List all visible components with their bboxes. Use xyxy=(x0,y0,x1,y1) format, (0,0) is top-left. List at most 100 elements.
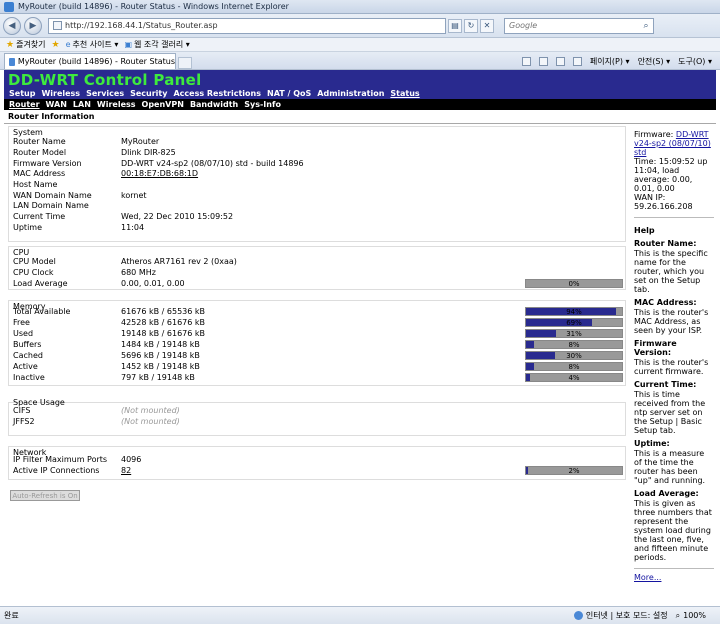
row-router-model: Router Model Dlink DIR-825 xyxy=(13,148,623,158)
mac-value[interactable]: 00:18:E7:DB:68:1D xyxy=(121,169,198,178)
menu-wireless[interactable]: Wireless xyxy=(41,89,80,98)
print-button[interactable] xyxy=(572,56,582,66)
ip-filter-value: 4096 xyxy=(121,455,142,464)
tools-menu-label: 도구(O) ▾ xyxy=(678,56,712,66)
mail-button[interactable] xyxy=(555,56,565,66)
refresh-icon[interactable]: ↻ xyxy=(464,18,478,33)
page-content: DD-WRT Control Panel Setup Wireless Serv… xyxy=(4,70,716,606)
safety-menu[interactable]: 안전(S) ▾ xyxy=(638,56,671,67)
feeds-button[interactable] xyxy=(538,56,548,66)
row-cpu-clock: CPU Clock 680 MHz xyxy=(13,268,623,278)
mem-inactive-meter: 4% xyxy=(525,373,623,382)
menu-security[interactable]: Security xyxy=(130,89,167,98)
mem-used-pct: 31% xyxy=(566,330,582,338)
menu-access-restrictions[interactable]: Access Restrictions xyxy=(173,89,261,98)
row-mem-inactive: Inactive 797 kB / 19148 kB 4% xyxy=(13,373,623,383)
active-ip-value[interactable]: 82 xyxy=(121,466,131,475)
row-uptime: Uptime 11:04 xyxy=(13,223,623,233)
search-input[interactable] xyxy=(509,21,627,30)
page-menu[interactable]: 페이지(P) ▾ xyxy=(590,56,630,67)
tab-router-status[interactable]: MyRouter (build 14896) - Router Status xyxy=(4,53,176,69)
window-title: MyRouter (build 14896) - Router Status -… xyxy=(18,2,289,11)
more-link[interactable]: More... xyxy=(634,573,714,582)
row-mac: MAC Address 00:18:E7:DB:68:1D xyxy=(13,169,623,179)
section-title: Router Information xyxy=(8,112,95,121)
jffs2-value: (Not mounted) xyxy=(121,417,180,426)
url-field[interactable]: http://192.168.44.1/Status_Router.asp xyxy=(48,17,446,34)
back-button[interactable]: ◀ xyxy=(3,16,21,35)
tab-title: MyRouter (build 14896) - Router Status xyxy=(17,57,175,66)
stop-icon[interactable]: ✕ xyxy=(480,18,494,33)
menu-administration[interactable]: Administration xyxy=(317,89,384,98)
mem-active-label: Active xyxy=(13,362,38,371)
help-desc-mac: This is the router's MAC Address, as see… xyxy=(634,308,709,335)
security-zone[interactable]: 인터넷 | 보호 모드: 설정 xyxy=(573,610,676,621)
url-text[interactable]: http://192.168.44.1/Status_Router.asp xyxy=(65,21,445,30)
cpu-clock-label: CPU Clock xyxy=(13,268,54,277)
load-meter-text: 0% xyxy=(568,280,580,288)
ip-filter-label: IP Filter Maximum Ports xyxy=(13,455,108,464)
address-bar: ◀ ▶ http://192.168.44.1/Status_Router.as… xyxy=(0,14,720,38)
cifs-value: (Not mounted) xyxy=(121,406,180,415)
row-mem-buffers: Buffers 1484 kB / 19148 kB 8% xyxy=(13,340,623,350)
row-current-time: Current Time Wed, 22 Dec 2010 15:09:52 xyxy=(13,212,623,222)
forward-button[interactable]: ▶ xyxy=(24,16,42,35)
mem-total-label: Total Available xyxy=(13,307,71,316)
mem-free-label: Free xyxy=(13,318,30,327)
row-cifs: CIFS (Not mounted) xyxy=(13,406,623,416)
tools-menu[interactable]: 도구(O) ▾ xyxy=(678,56,712,67)
web-slice-gallery[interactable]: ▣ 웹 조각 갤러리 ▾ xyxy=(124,39,189,50)
add-favorite-icon[interactable]: ★ xyxy=(52,40,60,50)
menu-status[interactable]: Status xyxy=(390,89,419,98)
tab-bar: MyRouter (build 14896) - Router Status 페… xyxy=(0,52,720,70)
mem-cached-pct: 30% xyxy=(566,352,582,360)
mem-total-value: 61676 kB / 65536 kB xyxy=(121,307,206,316)
search-icon[interactable]: ⌕ xyxy=(639,19,653,33)
mem-buffers-meter: 8% xyxy=(525,340,623,349)
menu-nat-qos[interactable]: NAT / QoS xyxy=(267,89,311,98)
submenu-sys-info[interactable]: Sys-Info xyxy=(244,100,281,109)
firmware-info: Firmware: DD-WRT v24-sp2 (08/07/10) std xyxy=(634,130,714,157)
help-term-uptime: Uptime: xyxy=(634,439,670,448)
row-ip-filter: IP Filter Maximum Ports 4096 xyxy=(13,455,623,465)
new-tab-button[interactable] xyxy=(178,57,192,69)
main-menu: Setup Wireless Services Security Access … xyxy=(9,89,420,98)
favorites-button[interactable]: ★ 즐겨찾기 xyxy=(6,39,46,50)
help-term-current-time: Current Time: xyxy=(634,380,697,389)
slice-icon: ▣ xyxy=(124,40,132,49)
search-field[interactable]: ⌕ xyxy=(504,17,654,34)
submenu-wan[interactable]: WAN xyxy=(46,100,67,109)
wan-domain-value: kornet xyxy=(121,191,147,200)
zoom-control[interactable]: ⌕ 100% xyxy=(676,611,720,621)
submenu-router[interactable]: Router xyxy=(9,100,40,109)
help-desc-current-time: This is time received from the ntp serve… xyxy=(634,390,706,435)
suggested-sites[interactable]: e 추천 사이트 ▾ xyxy=(66,39,119,50)
menu-setup[interactable]: Setup xyxy=(9,89,35,98)
help-desc-firmware: This is the router's current firmware. xyxy=(634,358,709,376)
active-ip-meter: 2% xyxy=(525,466,623,475)
wan-domain-label: WAN Domain Name xyxy=(13,191,92,200)
submenu-bandwidth[interactable]: Bandwidth xyxy=(190,100,238,109)
command-bar: 페이지(P) ▾ 안전(S) ▾ 도구(O) ▾ xyxy=(521,53,720,69)
submenu-openvpn[interactable]: OpenVPN xyxy=(142,100,184,109)
row-cpu-model: CPU Model Atheros AR7161 rev 2 (0xaa) xyxy=(13,257,623,267)
help-term-mac: MAC Address: xyxy=(634,298,697,307)
uptime-value: 11:04 xyxy=(121,223,145,232)
submenu-lan[interactable]: LAN xyxy=(73,100,91,109)
help-desc-uptime: This is a measure of the time the router… xyxy=(634,449,706,485)
compatibility-icon[interactable]: ▤ xyxy=(448,18,462,33)
submenu-wireless[interactable]: Wireless xyxy=(97,100,136,109)
mem-total-meter: 94% xyxy=(525,307,623,316)
load-average-value: 0.00, 0.01, 0.00 xyxy=(121,279,185,288)
uptime-label: Uptime xyxy=(13,223,43,232)
mem-active-pct: 8% xyxy=(568,363,580,371)
help-title: Help xyxy=(634,226,655,235)
ddwrt-header: DD-WRT Control Panel Setup Wireless Serv… xyxy=(4,70,716,110)
home-button[interactable] xyxy=(521,56,531,66)
safety-menu-label: 안전(S) ▾ xyxy=(637,56,671,66)
menu-services[interactable]: Services xyxy=(86,89,124,98)
row-jffs2: JFFS2 (Not mounted) xyxy=(13,417,623,427)
auto-refresh-button[interactable]: Auto-Refresh is On xyxy=(10,490,80,501)
tab-page-icon xyxy=(9,57,15,66)
help-term-load: Load Average: xyxy=(634,489,699,498)
